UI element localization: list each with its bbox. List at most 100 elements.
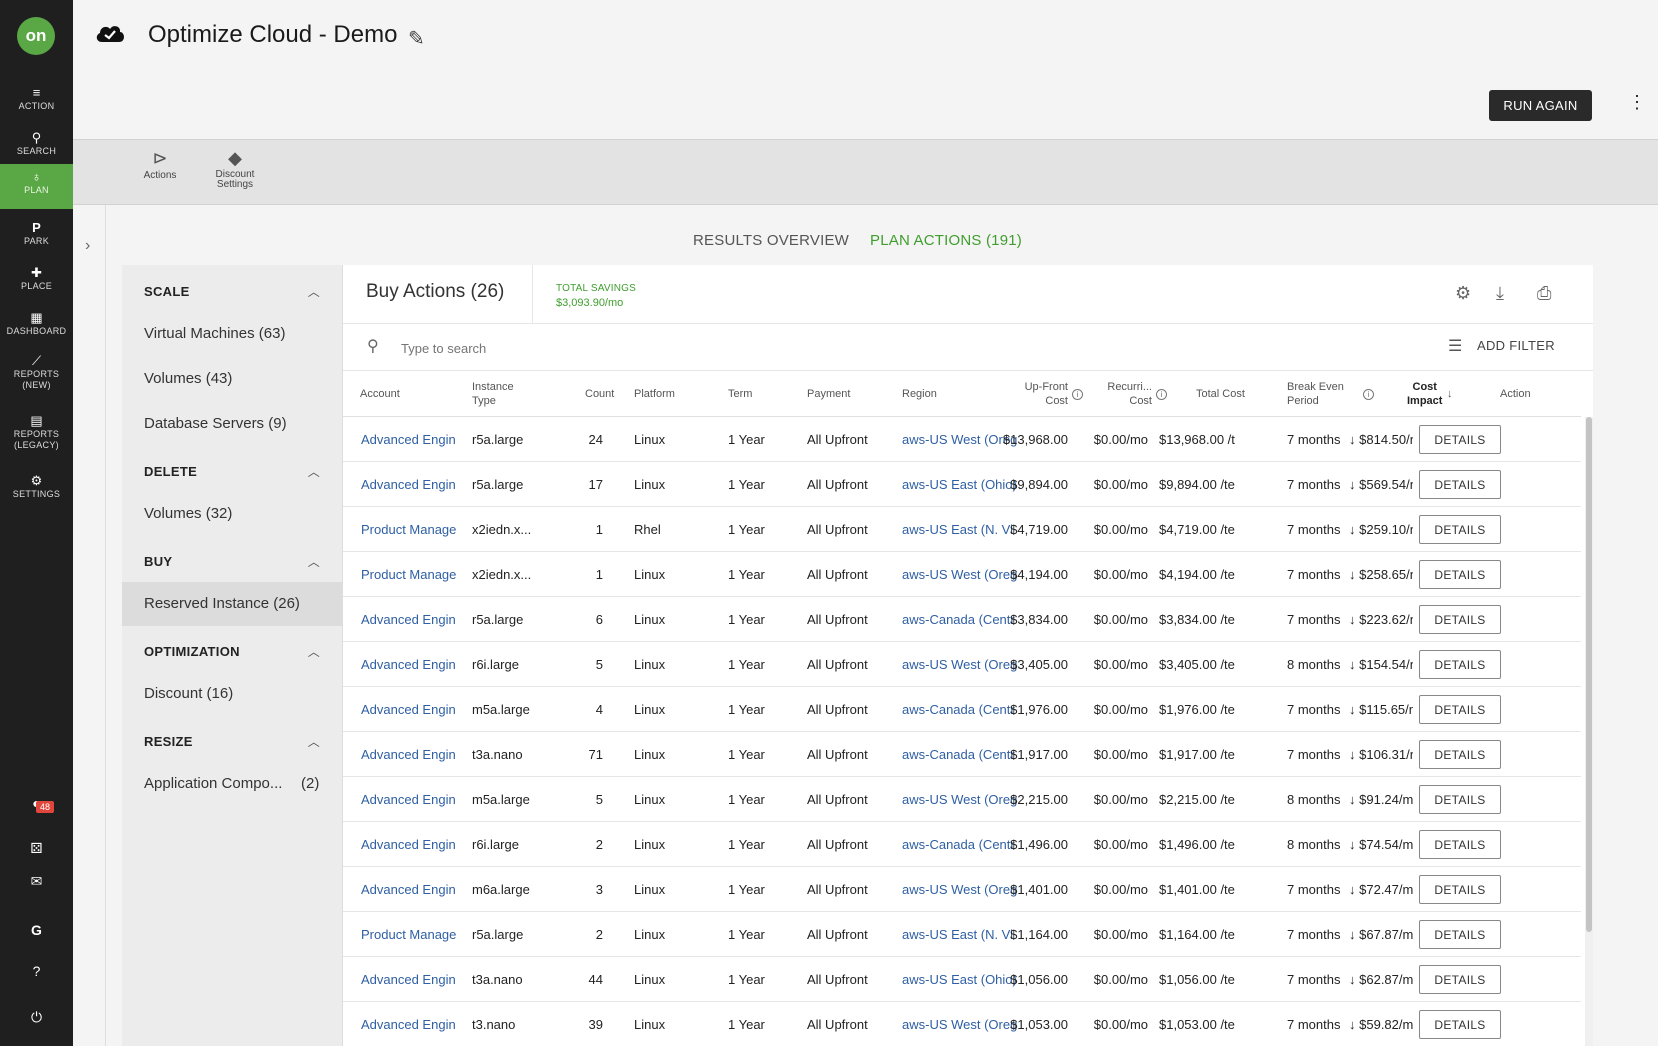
scrollbar-thumb[interactable] <box>1586 417 1592 932</box>
cell-account[interactable]: Advanced Engin <box>361 417 461 462</box>
cell-account[interactable]: Advanced Engin <box>361 1002 461 1046</box>
info-icon[interactable]: i <box>1363 387 1374 401</box>
cell-platform: Linux <box>634 432 666 447</box>
collapse-strip[interactable]: › <box>73 205 106 1046</box>
gear-icon[interactable]: ⚙ <box>1455 283 1471 304</box>
side-item-application-component[interactable]: Application Compo... (2) <box>122 762 342 806</box>
side-item-volumes[interactable]: Volumes (43) <box>122 357 342 401</box>
cell-type: x2iedn.x... <box>472 567 532 582</box>
cell-account[interactable]: Advanced Engin <box>361 867 461 912</box>
print-icon[interactable]: ⎙ <box>1537 283 1551 304</box>
details-button[interactable]: DETAILS <box>1419 425 1501 454</box>
cell-impact: ↓ $259.10/n <box>1349 507 1413 552</box>
filter-sliders-icon[interactable]: ☰ <box>1448 336 1462 356</box>
details-button[interactable]: DETAILS <box>1419 605 1501 634</box>
nav-item-dashboard[interactable]: ▦ DASHBOARD <box>0 305 73 350</box>
nav-item-settings[interactable]: ⚙ SETTINGS <box>0 468 73 513</box>
help-icon[interactable]: ? <box>0 963 73 979</box>
details-button[interactable]: DETAILS <box>1419 1010 1501 1039</box>
cell-count: 17 <box>588 477 603 492</box>
nav-item-action[interactable]: ≡ ACTION <box>0 80 73 125</box>
cell-account[interactable]: Product Manage <box>361 507 461 552</box>
details-button[interactable]: DETAILS <box>1419 560 1501 589</box>
cell-account[interactable]: Advanced Engin <box>361 462 461 507</box>
run-again-button[interactable]: RUN AGAIN <box>1489 90 1592 121</box>
section-optimization[interactable]: OPTIMIZATION ︿ <box>122 637 342 667</box>
details-button[interactable]: DETAILS <box>1419 470 1501 499</box>
gift-icon[interactable]: ⚄ <box>0 840 73 857</box>
mail-icon[interactable]: ✉ <box>0 873 73 890</box>
cell-account[interactable]: Advanced Engin <box>361 732 461 777</box>
cell-account[interactable]: Product Manage <box>361 552 461 597</box>
cell-recurring: $0.00/mo <box>1093 432 1148 447</box>
col-upfront-cost[interactable]: Up-Front Cost <box>1015 380 1068 408</box>
nav-item-park[interactable]: P PARK <box>0 215 73 260</box>
details-button[interactable]: DETAILS <box>1419 875 1501 904</box>
side-item-delete-volumes[interactable]: Volumes (32) <box>122 492 342 536</box>
col-instance-type[interactable]: Instance Type <box>472 380 514 408</box>
col-region[interactable]: Region <box>902 387 937 401</box>
cell-account[interactable]: Advanced Engin <box>361 957 461 1002</box>
logo[interactable]: on <box>17 17 55 55</box>
details-button[interactable]: DETAILS <box>1419 965 1501 994</box>
more-options-icon[interactable]: ⋮ <box>1628 92 1646 113</box>
google-icon[interactable]: G <box>0 922 73 938</box>
col-break-even[interactable]: Break Even Period <box>1287 380 1344 408</box>
col-term[interactable]: Term <box>728 387 752 401</box>
info-icon[interactable]: i <box>1156 387 1167 401</box>
nav-item-reports-new[interactable]: ⟋ REPORTS (NEW) <box>0 348 73 403</box>
arrow-down-icon: ↓ <box>1349 477 1360 492</box>
search-input[interactable] <box>401 336 1001 360</box>
cell-platform: Linux <box>634 927 666 942</box>
details-button[interactable]: DETAILS <box>1419 920 1501 949</box>
details-button[interactable]: DETAILS <box>1419 740 1501 769</box>
actions-tool[interactable]: ⊳ Actions <box>130 148 190 181</box>
side-item-database-servers[interactable]: Database Servers (9) <box>122 402 342 446</box>
edit-icon[interactable]: ✎ <box>408 26 425 51</box>
sort-down-icon[interactable]: ↓ <box>1447 387 1453 401</box>
section-scale[interactable]: SCALE ︿ <box>122 277 342 307</box>
section-delete[interactable]: DELETE ︿ <box>122 457 342 487</box>
add-filter-button[interactable]: ADD FILTER <box>1477 338 1555 353</box>
scrollbar[interactable] <box>1585 417 1593 1046</box>
cell-account[interactable]: Advanced Engin <box>361 822 461 867</box>
side-item-discount[interactable]: Discount (16) <box>122 672 342 716</box>
side-item-virtual-machines[interactable]: Virtual Machines (63) <box>122 312 342 356</box>
details-button[interactable]: DETAILS <box>1419 515 1501 544</box>
info-icon[interactable]: i <box>1072 387 1083 401</box>
cell-account[interactable]: Advanced Engin <box>361 687 461 732</box>
col-account[interactable]: Account <box>360 387 400 401</box>
power-icon[interactable]: ⏻ <box>0 1009 73 1026</box>
cost-impact-value: $74.54/m <box>1359 837 1413 852</box>
cell-account[interactable]: Advanced Engin <box>361 777 461 822</box>
details-button[interactable]: DETAILS <box>1419 785 1501 814</box>
col-recurring-cost[interactable]: Recurri... Cost <box>1093 380 1152 408</box>
col-count[interactable]: Count <box>585 387 614 401</box>
col-total-cost[interactable]: Total Cost <box>1196 387 1245 401</box>
nav-item-place[interactable]: ✚ PLACE <box>0 260 73 305</box>
section-buy[interactable]: BUY ︿ <box>122 547 342 577</box>
cell-account[interactable]: Product Manage <box>361 912 461 957</box>
nav-item-plan[interactable]: ♁ PLAN <box>0 164 73 209</box>
discount-settings-tool[interactable]: ◆ Discount Settings <box>205 148 265 190</box>
header: Optimize Cloud - Demo ✎ RUN AGAIN ⋮ <box>73 0 1658 139</box>
col-cost-impact[interactable]: Cost Impact <box>1407 380 1442 408</box>
details-button[interactable]: DETAILS <box>1419 695 1501 724</box>
col-payment[interactable]: Payment <box>807 387 850 401</box>
details-button[interactable]: DETAILS <box>1419 830 1501 859</box>
cell-account[interactable]: Advanced Engin <box>361 642 461 687</box>
cell-recurring: $0.00/mo <box>1093 522 1148 537</box>
side-item-reserved-instance[interactable]: Reserved Instance (26) <box>122 582 342 626</box>
section-resize[interactable]: RESIZE ︿ <box>122 727 342 757</box>
cell-account[interactable]: Advanced Engin <box>361 597 461 642</box>
tab-results-overview[interactable]: RESULTS OVERVIEW <box>693 225 849 269</box>
notifications-button[interactable]: ● 48 <box>0 795 73 820</box>
details-button[interactable]: DETAILS <box>1419 650 1501 679</box>
cost-impact-value: $154.54/n <box>1359 657 1413 672</box>
cell-term: 1 Year <box>728 1017 765 1032</box>
nav-item-reports-legacy[interactable]: ▤ REPORTS (LEGACY) <box>0 408 73 463</box>
download-icon[interactable]: ⤓ <box>1496 283 1504 304</box>
col-platform[interactable]: Platform <box>634 387 675 401</box>
cell-term: 1 Year <box>728 612 765 627</box>
tab-plan-actions[interactable]: PLAN ACTIONS (191) <box>856 225 1036 269</box>
